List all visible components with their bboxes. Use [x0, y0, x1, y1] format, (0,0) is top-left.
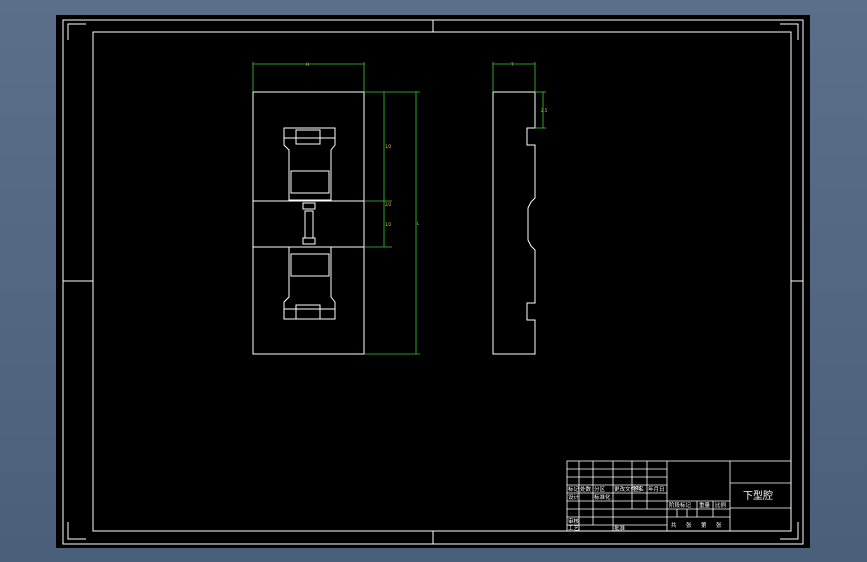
side-depth-dim: 2.5	[541, 108, 548, 113]
tb-stage-2: 比例	[715, 501, 727, 509]
tb-design-2: 审核	[568, 517, 580, 525]
front-upper-dim: 1/2	[385, 144, 392, 149]
tb-label-4: 签名	[633, 485, 644, 493]
tb-sheet-3: 张	[716, 521, 722, 529]
front-lower-dim: 1/2	[385, 222, 392, 227]
tb-sheet-2: 第	[701, 521, 707, 529]
tb-label-2: 分区	[594, 485, 606, 493]
tb-sheet-0: 共	[671, 521, 677, 529]
front-mid-dim: 2/2	[385, 202, 392, 207]
tb-label-0: 标记	[568, 485, 580, 493]
front-width-dim: H	[306, 62, 309, 67]
tb-stage-1: 重量	[699, 501, 711, 509]
tb-design-4: 批准	[614, 524, 626, 532]
tb-label-5: 年月日	[648, 485, 665, 493]
tb-design-1: 标准化	[594, 493, 611, 501]
tb-design-3: 工艺	[568, 525, 580, 532]
tb-stage-0: 阶段标记	[669, 501, 692, 509]
tb-sheet-1: 张	[686, 521, 692, 529]
tb-design-0: 设计	[568, 493, 580, 501]
tb-label-1: 处数	[580, 485, 592, 493]
cad-viewport: H L 1/2 2/2 1/2 T 2.5 标记 处数 分区 更改文件号 签名 …	[56, 15, 810, 548]
drawing-sheet	[56, 15, 810, 548]
drawing-title: 下型腔	[743, 489, 773, 502]
side-width-dim: T	[510, 62, 514, 67]
